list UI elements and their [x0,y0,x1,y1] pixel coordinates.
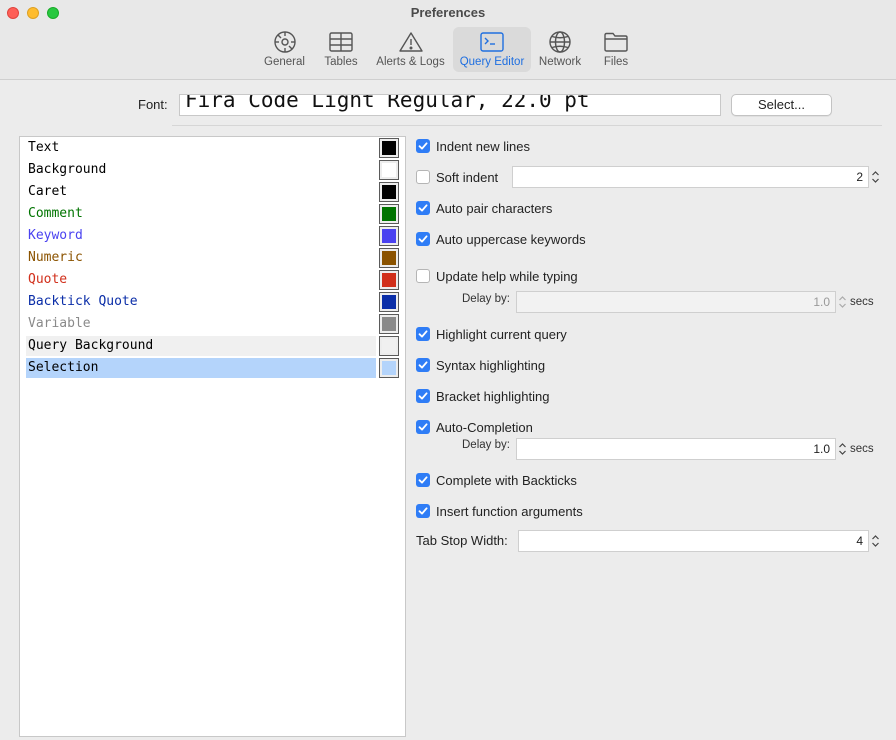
color-swatch-background[interactable] [379,160,399,180]
color-item-backtick-quote[interactable]: Backtick Quote [26,292,376,312]
tab-network[interactable]: Network [535,27,585,72]
soft-indent-checkbox[interactable] [416,170,430,184]
color-item-numeric[interactable]: Numeric [26,248,376,268]
auto-completion-delay-stepper[interactable] [837,439,848,459]
soft-indent-stepper[interactable] [870,167,881,187]
color-swatch-text[interactable] [379,138,399,158]
soft-indent-input[interactable]: 2 [512,166,869,188]
color-swatch-comment[interactable] [379,204,399,224]
color-swatch-selection[interactable] [379,358,399,378]
color-swatch-query-background[interactable] [379,336,399,356]
auto-completion-checkbox[interactable] [416,420,430,434]
tab-stop-width-stepper[interactable] [870,531,881,551]
auto-uppercase-keywords-checkbox[interactable] [416,232,430,246]
auto-pair-characters-label: Auto pair characters [436,201,553,216]
auto-pair-characters-checkbox[interactable] [416,201,430,215]
warning-icon [398,30,424,54]
color-swatch-variable[interactable] [379,314,399,334]
color-item-keyword[interactable]: Keyword [26,226,376,246]
color-item-quote[interactable]: Quote [26,270,376,290]
tab-query-editor[interactable]: Query Editor [453,27,531,72]
globe-icon [547,30,573,54]
color-item-selection[interactable]: Selection [26,358,376,378]
color-item-comment[interactable]: Comment [26,204,376,224]
update-help-unit: secs [850,296,874,308]
auto-uppercase-keywords-label: Auto uppercase keywords [436,232,586,247]
soft-indent-label: Soft indent [436,170,499,185]
syntax-highlighting-checkbox[interactable] [416,358,430,372]
indent-new-lines-checkbox[interactable] [416,139,430,153]
bracket-highlighting-checkbox[interactable] [416,389,430,403]
complete-with-backticks-label: Complete with Backticks [436,473,577,488]
tab-general[interactable]: General [260,27,309,72]
gear-icon [272,30,298,54]
syntax-highlighting-label: Syntax highlighting [436,358,546,373]
color-item-caret[interactable]: Caret [26,182,376,202]
divider [172,125,882,126]
update-help-delay-stepper[interactable] [837,292,848,312]
tab-files[interactable]: Files [597,27,635,72]
auto-completion-label: Auto-Completion [436,420,533,435]
color-item-variable[interactable]: Variable [26,314,376,334]
color-swatch-quote[interactable] [379,270,399,290]
auto-completion-delay-label: Delay by: [462,439,510,451]
tab-alerts-logs[interactable]: Alerts & Logs [372,27,449,72]
color-swatch-caret[interactable] [379,182,399,202]
update-help-checkbox[interactable] [416,269,430,283]
tab-tables[interactable]: Tables [320,27,362,72]
color-item-query-background[interactable]: Query Background [26,336,376,356]
font-field: Fira Code Light Regular, 22.0 pt [179,94,721,116]
bracket-highlighting-label: Bracket highlighting [436,389,550,404]
complete-with-backticks-checkbox[interactable] [416,473,430,487]
color-item-text[interactable]: Text [26,138,376,158]
toolbar: Preferences General Tables Alerts & Logs… [0,0,896,80]
window-title: Preferences [410,5,486,20]
color-swatch-keyword[interactable] [379,226,399,246]
syntax-color-list[interactable]: Text Background Caret Comment Keyword Nu… [19,136,406,737]
highlight-current-query-checkbox[interactable] [416,327,430,341]
tab-stop-width-input[interactable]: 4 [518,530,869,552]
indent-new-lines-label: Indent new lines [436,139,530,154]
insert-function-arguments-label: Insert function arguments [436,504,583,519]
select-font-button[interactable]: Select... [731,94,832,116]
color-swatch-backtick-quote[interactable] [379,292,399,312]
highlight-current-query-label: Highlight current query [436,327,567,342]
update-help-delay-label: Delay by: [462,293,510,305]
auto-completion-delay-input[interactable]: 1.0 [516,438,836,460]
folder-icon [603,30,629,54]
update-help-label: Update help while typing [436,269,578,284]
font-label: Font: [138,97,168,112]
update-help-delay-input[interactable]: 1.0 [516,291,836,313]
font-value: Fira Code Light Regular, 22.0 pt [185,94,590,112]
color-swatch-numeric[interactable] [379,248,399,268]
terminal-icon [479,30,505,54]
insert-function-arguments-checkbox[interactable] [416,504,430,518]
tab-stop-width-label: Tab Stop Width: [416,533,508,548]
table-icon [328,30,354,54]
auto-completion-unit: secs [850,443,874,455]
color-item-background[interactable]: Background [26,160,376,180]
